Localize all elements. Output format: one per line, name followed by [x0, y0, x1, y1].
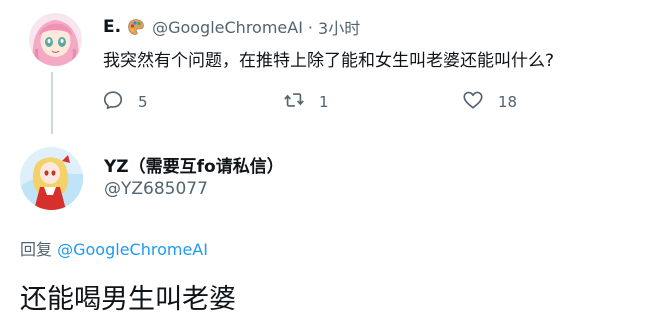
reply-author-name[interactable]: YZ（需要互fo请私信） — [104, 152, 284, 177]
reply-text: 还能喝男生叫老婆 — [20, 284, 236, 315]
reply-author-avatar[interactable] — [20, 147, 83, 210]
retweet-count: 1 — [319, 93, 329, 111]
replying-to-mention[interactable]: @GoogleChromeAI — [57, 240, 208, 259]
reply-author-handle[interactable]: @YZ685077 — [104, 179, 208, 199]
like-count: 18 — [498, 93, 518, 111]
reply-icon — [102, 89, 124, 115]
separator-dot: · — [307, 17, 314, 37]
tweet-text: 我突然有个问题，在推特上除了能和女生叫老婆还能叫什么? — [103, 51, 555, 71]
tweet-author-name[interactable]: E. — [103, 17, 121, 37]
replying-to: 回复 @GoogleChromeAI — [20, 236, 208, 260]
tweet-header: E. @GoogleChromeAI · 3小时 — [103, 14, 360, 40]
like-button[interactable]: 18 — [462, 90, 517, 114]
replying-prefix: 回复 — [20, 240, 53, 259]
heart-icon — [462, 89, 484, 115]
tweet-timestamp[interactable]: 3小时 — [318, 15, 360, 39]
reply-button[interactable]: 5 — [102, 90, 148, 114]
tweet-author-handle[interactable]: @GoogleChromeAI — [152, 18, 303, 37]
reply-count: 5 — [138, 93, 148, 111]
palette-emoji-icon — [127, 18, 145, 36]
thread-line — [51, 72, 53, 134]
retweet-button[interactable]: 1 — [283, 90, 329, 114]
tweet-author-avatar[interactable] — [29, 13, 82, 66]
retweet-icon — [283, 89, 305, 115]
